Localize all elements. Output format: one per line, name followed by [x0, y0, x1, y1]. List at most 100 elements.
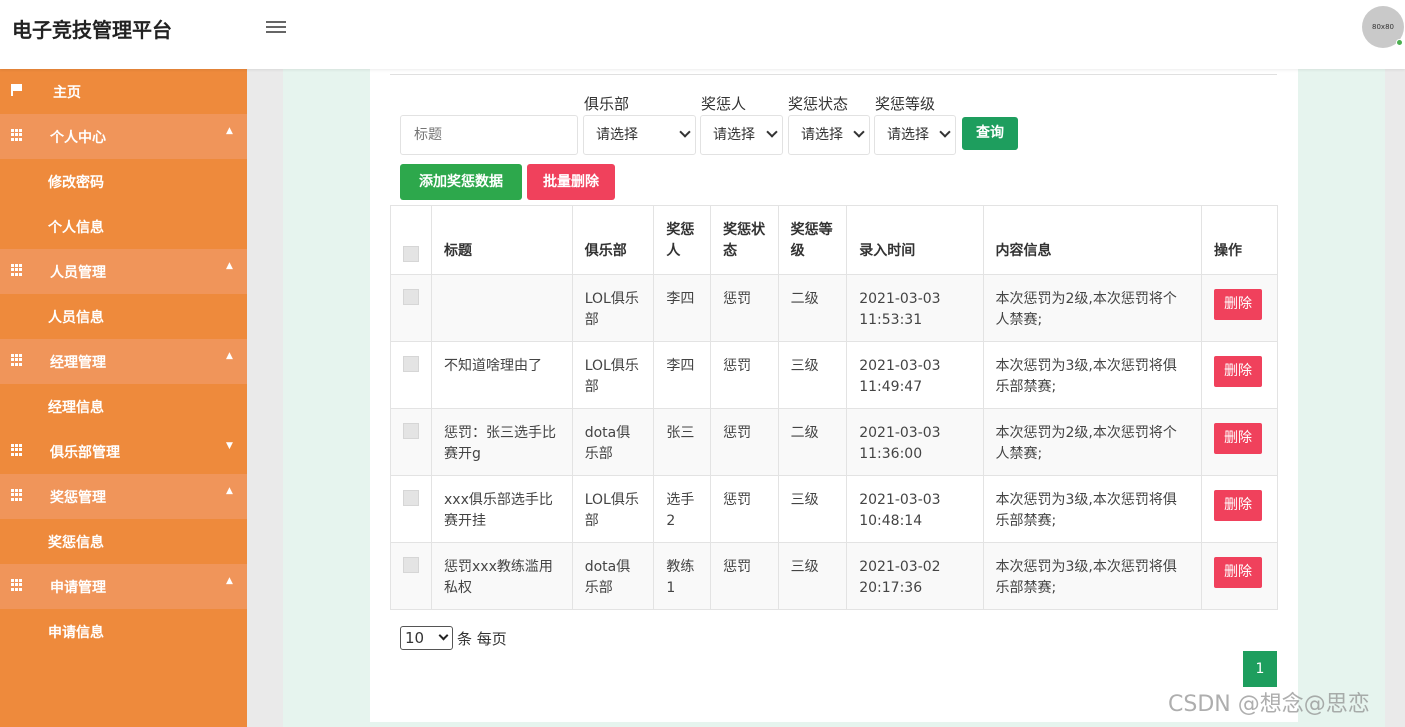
cell-status: 惩罚: [710, 341, 779, 409]
cell-person: 李四: [653, 341, 712, 409]
grid-icon: [11, 444, 25, 456]
sidebar-item-label: 修改密码: [48, 175, 104, 191]
sidebar-item-label: 经理管理: [50, 355, 106, 371]
page-size-value: 10: [405, 629, 425, 647]
delete-button[interactable]: 删除: [1213, 356, 1262, 387]
batch-delete-button[interactable]: 批量删除: [527, 164, 615, 200]
status-filter-select[interactable]: 请选择: [788, 115, 870, 155]
cell-status: 惩罚: [710, 475, 779, 543]
sidebar-group-applications[interactable]: 申请管理 ▲: [0, 564, 247, 609]
delete-button[interactable]: 删除: [1213, 289, 1262, 320]
sidebar-item-label: 申请信息: [48, 625, 104, 641]
flag-icon: [11, 84, 25, 96]
select-value: 请选择: [801, 127, 843, 143]
person-filter-select[interactable]: 请选择: [700, 115, 783, 155]
delete-button[interactable]: 删除: [1213, 557, 1262, 588]
caret-up-icon: ▲: [226, 126, 233, 136]
sidebar-item-label: 个人信息: [48, 220, 104, 236]
header-time: 录入时间: [846, 205, 984, 275]
grid-icon: [11, 354, 25, 366]
sidebar-item-home[interactable]: 主页: [0, 69, 247, 114]
sidebar-group-personal-center[interactable]: 个人中心 ▲: [0, 114, 247, 159]
chevron-down-icon: [679, 126, 691, 138]
query-button[interactable]: 查询: [962, 117, 1018, 150]
caret-up-icon: ▲: [226, 351, 233, 361]
person-filter-label: 奖惩人: [701, 95, 747, 113]
cell-level: 二级: [777, 408, 848, 476]
delete-button[interactable]: 删除: [1213, 490, 1262, 521]
select-value: 请选择: [887, 127, 929, 143]
cell-club: dota俱乐部: [571, 542, 655, 610]
header-level: 奖惩等级: [777, 205, 848, 275]
sidebar-group-manager[interactable]: 经理管理 ▲: [0, 339, 247, 384]
sidebar-group-rewards[interactable]: 奖惩管理 ▲: [0, 474, 247, 519]
sidebar-item-label: 主页: [53, 85, 81, 101]
menu-toggle-icon[interactable]: [266, 18, 286, 36]
sidebar-group-staff[interactable]: 人员管理 ▲: [0, 249, 247, 294]
grid-icon: [11, 264, 25, 276]
header-club: 俱乐部: [571, 205, 655, 275]
sidebar-group-club[interactable]: 俱乐部管理 ▼: [0, 429, 247, 474]
top-header: 电子竞技管理平台 80x80: [0, 0, 1405, 69]
divider: [390, 74, 1277, 75]
chevron-down-icon: [438, 630, 449, 641]
select-all-cell: [390, 205, 432, 275]
cell-status: 惩罚: [710, 542, 779, 610]
cell-person: 教练1: [653, 542, 712, 610]
row-checkbox[interactable]: [403, 490, 419, 506]
grid-icon: [11, 489, 25, 501]
cell-club: LOL俱乐部: [571, 475, 655, 543]
level-filter-label: 奖惩等级: [875, 95, 936, 113]
level-filter-select[interactable]: 请选择: [874, 115, 956, 155]
cell-title: 惩罚xxx教练滥用私权: [431, 542, 573, 610]
cell-title: 不知道啥理由了: [431, 341, 573, 409]
title-search-input[interactable]: [400, 115, 578, 155]
page-button-current[interactable]: 1: [1243, 651, 1277, 687]
cell-person: 选手2: [653, 475, 712, 543]
cell-content: 本次惩罚为3级,本次惩罚将俱乐部禁赛;: [982, 475, 1202, 543]
grid-icon: [11, 129, 25, 141]
cell-level: 三级: [777, 542, 848, 610]
sidebar-item-label: 人员信息: [48, 310, 104, 326]
header-status: 奖惩状态: [710, 205, 779, 275]
delete-button[interactable]: 删除: [1213, 423, 1262, 454]
header-title: 标题: [431, 205, 573, 275]
per-page-label: 条 每页: [457, 630, 507, 648]
row-checkbox[interactable]: [403, 356, 419, 372]
select-value: 请选择: [713, 127, 755, 143]
table-row: 不知道啥理由了 LOL俱乐部 李四 惩罚 三级 2021-03-03 11:49…: [390, 341, 1279, 409]
status-filter-label: 奖惩状态: [788, 95, 849, 113]
row-checkbox[interactable]: [403, 423, 419, 439]
cell-club: LOL俱乐部: [571, 274, 655, 342]
cell-person: 李四: [653, 274, 712, 342]
sidebar-item-personal-info[interactable]: 个人信息: [0, 204, 247, 249]
table-row: LOL俱乐部 李四 惩罚 二级 2021-03-03 11:53:31 本次惩罚…: [390, 274, 1279, 342]
select-value: 请选择: [596, 127, 638, 143]
chevron-down-icon: [939, 126, 951, 138]
select-all-checkbox[interactable]: [403, 246, 419, 262]
cell-club: LOL俱乐部: [571, 341, 655, 409]
table-header-row: 标题 俱乐部 奖惩人 奖惩状态 奖惩等级 录入时间 内容信息 操作: [390, 205, 1279, 275]
cell-status: 惩罚: [710, 408, 779, 476]
cell-content: 本次惩罚为3级,本次惩罚将俱乐部禁赛;: [982, 542, 1202, 610]
club-filter-select[interactable]: 请选择: [583, 115, 696, 155]
sidebar-item-label: 俱乐部管理: [50, 445, 120, 461]
sidebar-item-manager-info[interactable]: 经理信息: [0, 384, 247, 429]
sidebar-item-rewards-info[interactable]: 奖惩信息: [0, 519, 247, 564]
sidebar-item-application-info[interactable]: 申请信息: [0, 609, 247, 654]
page-size-select[interactable]: 10: [400, 626, 453, 650]
chevron-down-icon: [766, 126, 778, 138]
watermark: CSDN @想念@思恋: [1168, 692, 1370, 717]
sidebar-item-label: 个人中心: [50, 130, 106, 146]
online-status-dot: [1396, 39, 1403, 46]
chevron-down-icon: [853, 126, 865, 138]
sidebar: 主页 个人中心 ▲ 修改密码 个人信息 人员管理 ▲ 人员信息 经理管理 ▲ 经…: [0, 69, 247, 727]
add-record-button[interactable]: 添加奖惩数据: [400, 164, 522, 200]
cell-time: 2021-03-03 11:49:47: [846, 341, 984, 409]
sidebar-item-label: 申请管理: [50, 580, 106, 596]
row-checkbox[interactable]: [403, 289, 419, 305]
sidebar-item-staff-info[interactable]: 人员信息: [0, 294, 247, 339]
row-checkbox[interactable]: [403, 557, 419, 573]
sidebar-item-change-password[interactable]: 修改密码: [0, 159, 247, 204]
cell-person: 张三: [653, 408, 712, 476]
